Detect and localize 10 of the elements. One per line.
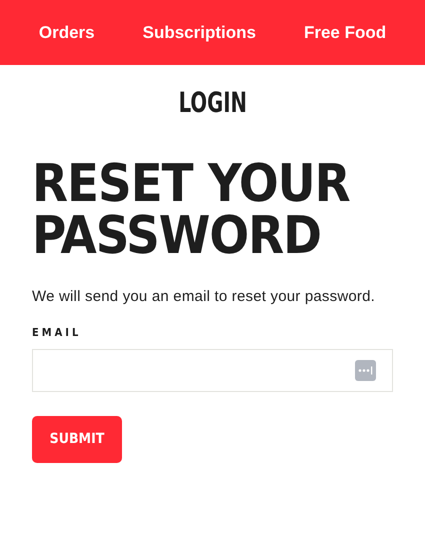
nav-link[interactable]: Free Food [304, 20, 386, 46]
email-label: EMAIL [32, 326, 82, 338]
email-field[interactable] [32, 349, 393, 392]
description-text: We will send you an email to reset your password. [32, 287, 376, 307]
submit-button[interactable]: SUBMIT [32, 416, 122, 463]
password-manager-icon[interactable] [355, 360, 376, 381]
nav-link[interactable]: Subscriptions [142, 20, 256, 46]
page-heading: RESET YOUR PASSWORD [32, 158, 351, 262]
nav-link[interactable]: Orders [38, 20, 95, 46]
section-title: LOGIN [178, 89, 247, 117]
